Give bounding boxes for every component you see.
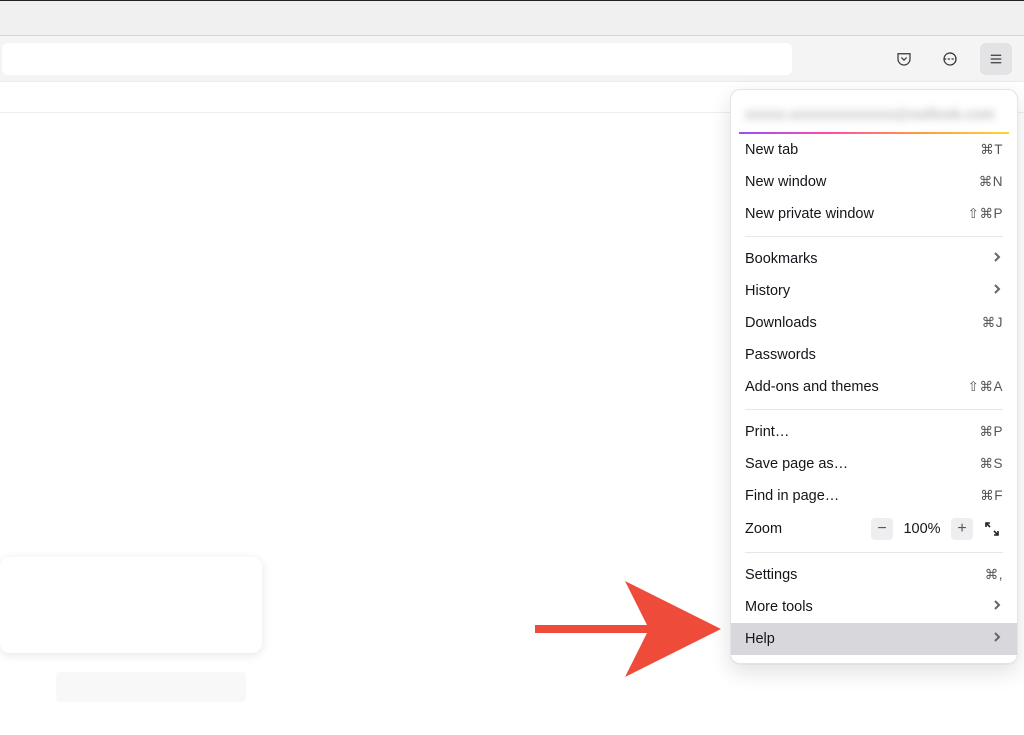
- menu-shortcut: ⌘J: [982, 315, 1003, 331]
- content-placeholder: [56, 672, 246, 702]
- pocket-icon[interactable]: [888, 43, 920, 75]
- menu-new-window[interactable]: New window ⌘N: [731, 166, 1017, 198]
- menu-more-tools[interactable]: More tools: [731, 591, 1017, 623]
- menu-save-as[interactable]: Save page as… ⌘S: [731, 448, 1017, 480]
- menu-help[interactable]: Help: [731, 623, 1017, 655]
- toolbar-icons: [888, 43, 1012, 75]
- menu-shortcut: ⇧⌘P: [968, 206, 1003, 222]
- menu-passwords[interactable]: Passwords: [731, 339, 1017, 371]
- menu-shortcut: ⌘N: [979, 174, 1003, 190]
- fullscreen-button[interactable]: [981, 518, 1003, 540]
- menu-new-private-window[interactable]: New private window ⇧⌘P: [731, 198, 1017, 230]
- menu-history[interactable]: History: [731, 275, 1017, 307]
- menu-shortcut: ⌘F: [980, 488, 1003, 504]
- menu-downloads[interactable]: Downloads ⌘J: [731, 307, 1017, 339]
- menu-new-tab[interactable]: New tab ⌘T: [731, 134, 1017, 166]
- menu-find[interactable]: Find in page… ⌘F: [731, 480, 1017, 512]
- menu-label: Add-ons and themes: [745, 379, 968, 395]
- menu-label: Save page as…: [745, 456, 979, 472]
- menu-label: More tools: [745, 599, 991, 615]
- menu-separator: [745, 409, 1003, 410]
- zoom-controls: − 100% +: [871, 518, 1003, 540]
- menu-label: Settings: [745, 567, 985, 583]
- menu-shortcut: ⌘P: [979, 424, 1003, 440]
- menu-label: Find in page…: [745, 488, 980, 504]
- chevron-right-icon: [991, 283, 1003, 299]
- chevron-right-icon: [991, 251, 1003, 267]
- url-bar[interactable]: [2, 43, 792, 75]
- url-toolbar: [0, 36, 1024, 81]
- content-card: [0, 557, 262, 653]
- account-row[interactable]: xxxxx.xxxxxxxxxxxxx@outlook.com: [731, 96, 1017, 132]
- menu-label: Passwords: [745, 347, 1003, 363]
- menu-label: New tab: [745, 142, 980, 158]
- menu-bookmarks[interactable]: Bookmarks: [731, 243, 1017, 275]
- zoom-in-button[interactable]: +: [951, 518, 973, 540]
- menu-shortcut: ⌘,: [985, 567, 1003, 583]
- menu-label: Bookmarks: [745, 251, 991, 267]
- menu-print[interactable]: Print… ⌘P: [731, 416, 1017, 448]
- menu-label: Print…: [745, 424, 979, 440]
- hamburger-menu-button[interactable]: [980, 43, 1012, 75]
- tab-strip: [0, 1, 1024, 36]
- zoom-out-button[interactable]: −: [871, 518, 893, 540]
- menu-zoom: Zoom − 100% +: [731, 512, 1017, 546]
- menu-label: Help: [745, 631, 991, 647]
- menu-label: History: [745, 283, 991, 299]
- chevron-right-icon: [991, 599, 1003, 615]
- menu-label: Zoom: [745, 521, 871, 537]
- app-menu: xxxxx.xxxxxxxxxxxxx@outlook.com New tab …: [730, 89, 1018, 664]
- menu-label: New private window: [745, 206, 968, 222]
- chevron-right-icon: [991, 631, 1003, 647]
- menu-shortcut: ⇧⌘A: [968, 379, 1003, 395]
- menu-label: Downloads: [745, 315, 982, 331]
- zoom-value: 100%: [901, 521, 943, 537]
- extension-icon[interactable]: [934, 43, 966, 75]
- account-email: xxxxx.xxxxxxxxxxxxx@outlook.com: [745, 107, 1003, 121]
- menu-label: New window: [745, 174, 979, 190]
- menu-shortcut: ⌘S: [979, 456, 1003, 472]
- menu-shortcut: ⌘T: [980, 142, 1003, 158]
- menu-separator: [745, 552, 1003, 553]
- menu-addons[interactable]: Add-ons and themes ⇧⌘A: [731, 371, 1017, 403]
- menu-separator: [745, 236, 1003, 237]
- menu-settings[interactable]: Settings ⌘,: [731, 559, 1017, 591]
